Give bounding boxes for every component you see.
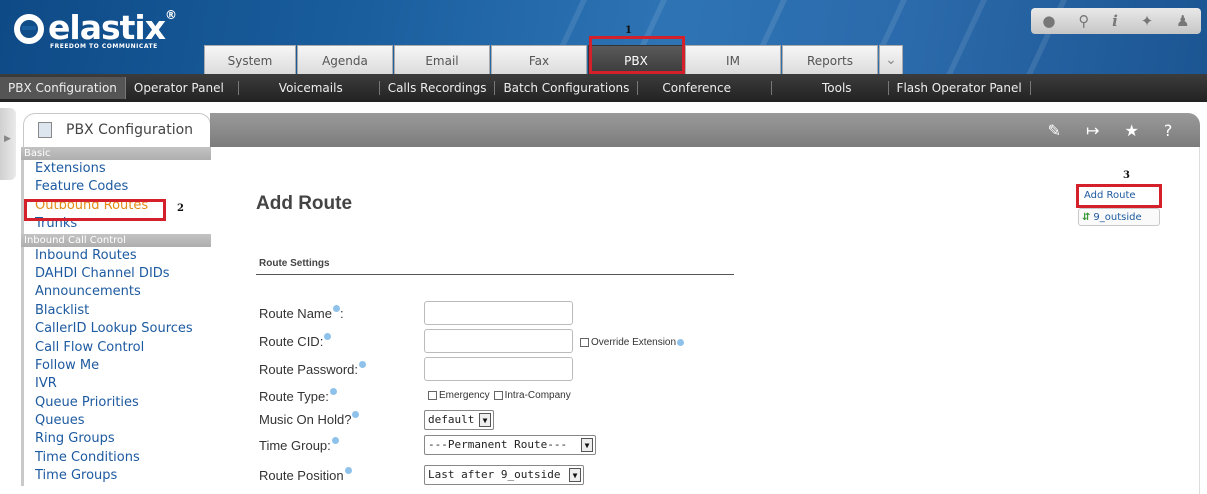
tab-fax[interactable]: Fax [491, 45, 587, 74]
search-icon[interactable]: ⚲ [1078, 12, 1089, 30]
tab-im[interactable]: IM [685, 45, 781, 74]
annotation-box-pbx-tab [589, 36, 685, 74]
dropdown-arrow-icon: ▼ [569, 468, 581, 482]
tab-reports[interactable]: Reports [782, 45, 878, 74]
subnav-conference[interactable]: Conference [638, 81, 772, 95]
menu-item-ring-groups[interactable]: Ring Groups [21, 430, 211, 449]
module-tab: PBX Configuration [23, 113, 211, 147]
next-icon[interactable]: ↦ [1086, 121, 1099, 140]
route-cid-label: Route CID: [259, 333, 332, 349]
help-icon[interactable] [331, 437, 339, 444]
sort-arrows-icon[interactable]: ⇵ [1082, 212, 1090, 223]
annotation-number-3: 3 [1123, 170, 1130, 181]
help-icon[interactable] [677, 338, 685, 346]
menu-item-time-groups[interactable]: Time Groups [21, 467, 211, 486]
music-on-hold-label: Music On Hold? [259, 411, 360, 427]
route-password-input[interactable] [424, 357, 573, 381]
annotation-number-2: 2 [177, 203, 184, 214]
route-type-label: Route Type: [259, 388, 337, 404]
section-title: Route Settings [259, 258, 330, 269]
edit-icon[interactable]: ✎ [1048, 121, 1061, 140]
annotation-number-1: 1 [625, 25, 632, 36]
water-drop-icon[interactable]: ● [1042, 12, 1055, 30]
help-icon[interactable] [344, 467, 352, 474]
content-panel: Add Route Route Settings Route Name: Rou… [211, 147, 1200, 494]
logo-mark-icon [14, 14, 44, 44]
route-cid-input[interactable] [424, 329, 573, 353]
elastix-logo[interactable]: elastix® FREEDOM TO COMMUNICATE [14, 8, 214, 54]
tab-email[interactable]: Email [394, 45, 490, 74]
route-position-select[interactable]: Last after 9_outside ▼ [424, 465, 584, 485]
menu-item-queues[interactable]: Queues [21, 412, 211, 431]
menu-item-extensions[interactable]: Extensions [21, 160, 211, 179]
annotation-box-add-route [1076, 184, 1162, 208]
dropdown-arrow-icon: ▼ [479, 413, 491, 427]
chevron-right-icon: ▶ [4, 134, 11, 144]
menu-item-dahdi-channel-dids[interactable]: DAHDI Channel DIDs [21, 264, 211, 284]
route-position-label: Route Position [259, 467, 352, 483]
emergency-label: Emergency [439, 390, 490, 401]
time-group-select[interactable]: ---Permanent Route--- ▼ [424, 435, 596, 455]
subnav-tools[interactable]: Tools [772, 81, 889, 95]
override-extension-checkbox[interactable] [580, 338, 589, 347]
panel-tools: ✎ ↦ ★ ? [1035, 118, 1185, 142]
menu-item-feature-codes[interactable]: Feature Codes [21, 178, 211, 197]
intra-company-label: Intra-Company [504, 390, 571, 401]
help-icon[interactable] [329, 388, 337, 395]
brand-tagline: FREEDOM TO COMMUNICATE [50, 43, 158, 50]
more-tabs-button[interactable]: ⌄ [879, 45, 903, 74]
subnav-pbx-configuration[interactable]: PBX Configuration [0, 77, 126, 99]
brand-name: elastix [48, 8, 166, 47]
page-title: Add Route [256, 193, 353, 214]
top-toolbar: ● ⚲ i ✦ ♟ [1031, 8, 1201, 34]
route-name-label: Route Name: [259, 305, 344, 321]
menu-section-inbound: Inbound Call Control [21, 233, 211, 247]
user-icon[interactable]: ♟ [1176, 12, 1189, 30]
menu-item-time-conditions[interactable]: Time Conditions [21, 448, 211, 468]
route-password-label: Route Password: [259, 361, 366, 377]
sidebar-toggle[interactable]: ▶ [0, 108, 16, 180]
menu-item-follow-me[interactable]: Follow Me [21, 356, 211, 376]
menu-item-blacklist[interactable]: Blacklist [21, 301, 211, 321]
tab-agenda[interactable]: Agenda [297, 45, 393, 74]
annotation-box-outbound-routes [24, 199, 166, 221]
star-icon[interactable]: ★ [1125, 121, 1139, 140]
route-name-input[interactable] [424, 301, 573, 325]
menu-item-inbound-routes[interactable]: Inbound Routes [21, 246, 211, 265]
main-tabs: System Agenda Email Fax PBX IM Reports ⌄ [204, 45, 904, 74]
menu-item-call-flow-control[interactable]: Call Flow Control [21, 338, 211, 357]
menu-item-callerid-lookup-sources[interactable]: CallerID Lookup Sources [21, 320, 211, 339]
help-icon[interactable]: ? [1164, 121, 1173, 140]
subnav-calls-recordings[interactable]: Calls Recordings [380, 81, 496, 95]
module-subnav: PBX Configuration Operator Panel Voicema… [0, 74, 1207, 102]
section-divider [256, 274, 734, 275]
registered-mark: ® [164, 8, 177, 22]
module-title: PBX Configuration [66, 122, 194, 138]
music-on-hold-select[interactable]: default ▼ [424, 410, 494, 430]
puzzle-icon[interactable]: ✦ [1141, 12, 1154, 30]
subnav-batch-configurations[interactable]: Batch Configurations [495, 81, 639, 95]
help-icon[interactable] [324, 333, 332, 340]
emergency-checkbox[interactable] [428, 391, 437, 400]
subnav-operator-panel[interactable]: Operator Panel [126, 81, 239, 95]
subnav-flash-operator-panel[interactable]: Flash Operator Panel [889, 81, 1031, 95]
help-icon[interactable] [332, 305, 340, 312]
chevron-down-icon: ⌄ [885, 52, 897, 68]
time-group-label: Time Group: [259, 437, 339, 453]
menu-section-basic: Basic [21, 147, 211, 160]
help-icon[interactable] [352, 411, 360, 418]
menu-item-queue-priorities[interactable]: Queue Priorities [21, 393, 211, 413]
menu-item-announcements[interactable]: Announcements [21, 283, 211, 302]
intra-company-checkbox[interactable] [493, 391, 503, 400]
tab-system[interactable]: System [204, 45, 296, 74]
subnav-voicemails[interactable]: Voicemails [239, 81, 380, 95]
help-icon[interactable] [359, 361, 366, 368]
info-icon[interactable]: i [1112, 12, 1118, 30]
route-item-9-outside[interactable]: ⇵ 9_outside [1078, 208, 1160, 226]
override-extension-label: Override Extension [591, 337, 677, 348]
document-icon [38, 122, 52, 138]
menu-item-ivr[interactable]: IVR [21, 375, 211, 394]
dropdown-arrow-icon: ▼ [581, 438, 593, 452]
